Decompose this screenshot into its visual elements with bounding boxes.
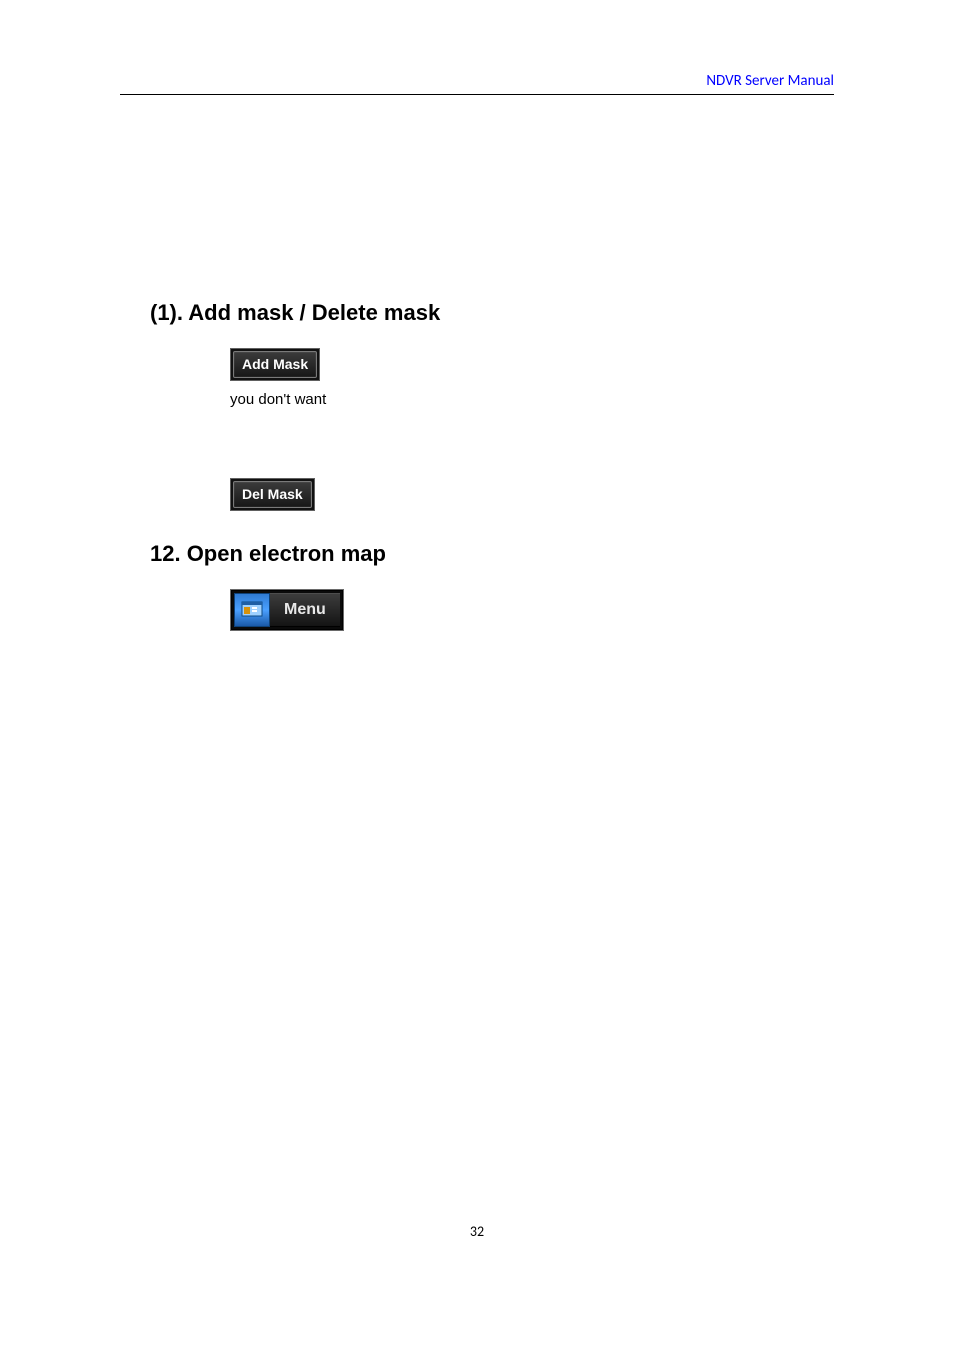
section-heading-open-electron-map: 12. Open electron map: [150, 541, 834, 567]
map-icon: [234, 593, 270, 627]
section-heading-add-delete-mask: (1). Add mask / Delete mask: [150, 300, 834, 326]
del-mask-button-label: Del Mask: [233, 481, 312, 508]
add-mask-description: you don't want: [230, 391, 834, 408]
header-manual-title: NDVR Server Manual: [706, 72, 834, 90]
page-number: 32: [0, 1223, 954, 1240]
page-content: (1). Add mask / Delete mask Add Mask you…: [150, 300, 834, 631]
menu-button-label: Menu: [270, 593, 340, 627]
menu-button[interactable]: Menu: [230, 589, 344, 631]
header-divider: [120, 94, 834, 95]
add-mask-button-label: Add Mask: [233, 351, 317, 378]
del-mask-button[interactable]: Del Mask: [230, 478, 315, 511]
add-mask-button[interactable]: Add Mask: [230, 348, 320, 381]
